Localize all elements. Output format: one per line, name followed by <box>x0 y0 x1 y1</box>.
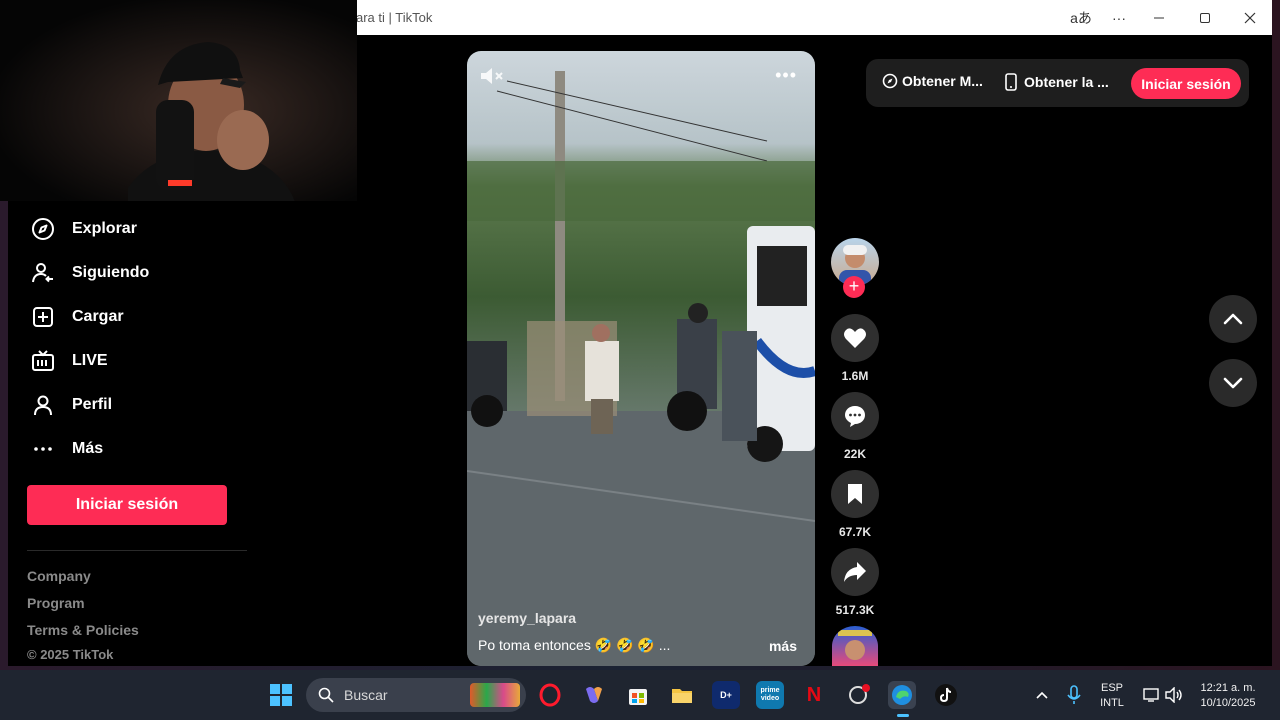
get-mobile-label: Obtener la ... <box>1024 74 1109 90</box>
share-icon <box>844 562 866 582</box>
sidebar-item-label: Perfil <box>72 396 113 413</box>
store-icon[interactable] <box>624 681 652 709</box>
opera-icon[interactable] <box>536 681 564 709</box>
save-button[interactable] <box>831 470 879 518</box>
tiktok-icon[interactable] <box>932 681 960 709</box>
taskbar: Buscar D+ prime video N ESP INTL 12:21 a <box>0 670 1280 720</box>
close-button[interactable] <box>1233 6 1267 30</box>
music-disc-icon[interactable] <box>832 626 878 666</box>
like-count: 1.6M <box>841 369 869 383</box>
chatgpt-icon[interactable] <box>844 681 872 709</box>
sidebar: Explorar Siguiendo Cargar LIVE Perfil Má… <box>8 201 268 666</box>
maximize-button[interactable] <box>1188 6 1222 30</box>
comment-count: 22K <box>843 447 866 461</box>
chevron-up-icon <box>1223 313 1243 325</box>
sidebar-item-live[interactable]: LIVE <box>30 346 108 376</box>
following-icon <box>30 260 56 286</box>
next-video-button[interactable] <box>1209 359 1257 407</box>
footer-terms-link[interactable]: Terms & Policies <box>27 622 139 638</box>
sidebar-item-cargar[interactable]: Cargar <box>30 302 124 332</box>
upload-icon <box>30 304 56 330</box>
like-button[interactable] <box>831 314 879 362</box>
clock[interactable]: 12:21 a. m. 10/10/2025 <box>1188 681 1268 711</box>
get-app-button[interactable]: Obtener M... <box>882 73 983 89</box>
comment-button[interactable] <box>831 392 879 440</box>
sidebar-login-button[interactable]: Iniciar sesión <box>27 485 227 525</box>
video-username[interactable]: yeremy_lapara <box>478 610 576 626</box>
footer-company-link[interactable]: Company <box>27 568 91 584</box>
volume-icon[interactable] <box>1160 681 1188 709</box>
active-app-indicator <box>897 714 909 717</box>
comment-icon <box>845 406 865 427</box>
microphone-icon[interactable] <box>1060 681 1088 709</box>
video-frame <box>467 71 815 666</box>
minimize-button[interactable] <box>1142 6 1176 30</box>
copilot-icon[interactable] <box>580 681 608 709</box>
get-mobile-button[interactable]: Obtener la ... <box>1004 73 1109 91</box>
clock-time: 12:21 a. m. <box>1200 682 1256 694</box>
caption-more-button[interactable]: más <box>769 638 797 654</box>
search-placeholder: Buscar <box>344 687 388 703</box>
top-login-button[interactable]: Iniciar sesión <box>1131 68 1241 99</box>
compass-icon <box>30 216 56 242</box>
more-options-button[interactable]: ··· <box>1102 6 1136 30</box>
heart-icon <box>844 328 866 348</box>
file-explorer-icon[interactable] <box>668 681 696 709</box>
footer-program-link[interactable]: Program <box>27 595 85 611</box>
bookmark-icon <box>848 484 862 504</box>
search-highlight-icon <box>470 683 520 707</box>
sidebar-item-label: Más <box>72 440 104 457</box>
sidebar-item-mas[interactable]: Más <box>30 434 103 464</box>
search-icon <box>318 687 334 703</box>
video-player[interactable]: ••• yeremy_lapara Po toma entonces 🤣 🤣 🤣… <box>467 51 815 666</box>
webcam-overlay <box>0 0 357 201</box>
netflix-icon[interactable]: N <box>800 681 828 709</box>
taskbar-search[interactable]: Buscar <box>306 678 526 712</box>
sidebar-item-label: Cargar <box>72 308 124 325</box>
chevron-up-tray-icon[interactable] <box>1028 681 1056 709</box>
compass-small-icon <box>882 73 898 89</box>
previous-video-button[interactable] <box>1209 295 1257 343</box>
follow-plus-icon[interactable]: + <box>843 276 865 298</box>
more-icon <box>30 436 56 462</box>
language-code: ESP <box>1100 682 1123 694</box>
person-icon <box>30 392 56 418</box>
sidebar-item-perfil[interactable]: Perfil <box>30 390 112 420</box>
sidebar-item-label: Explorar <box>72 220 137 237</box>
streamer-image <box>128 42 295 201</box>
sidebar-item-siguiendo[interactable]: Siguiendo <box>30 258 149 288</box>
prime-video-icon[interactable]: prime video <box>756 681 784 709</box>
keyboard-layout: INTL <box>1100 697 1124 709</box>
clock-date: 10/10/2025 <box>1200 697 1256 709</box>
chevron-down-icon <box>1223 377 1243 389</box>
windows-start-icon[interactable] <box>267 681 295 709</box>
window-title: ara ti | TikTok <box>356 10 433 25</box>
top-actions-bar: Obtener M... Obtener la ... Iniciar sesi… <box>866 59 1249 107</box>
phone-icon <box>1005 73 1017 91</box>
disney-plus-icon[interactable]: D+ <box>712 681 740 709</box>
get-app-label: Obtener M... <box>902 73 983 89</box>
share-button[interactable] <box>831 548 879 596</box>
mute-icon[interactable] <box>479 65 505 92</box>
edge-icon[interactable] <box>888 681 916 709</box>
sidebar-item-explorar[interactable]: Explorar <box>30 214 137 244</box>
sidebar-item-label: Siguiendo <box>72 264 150 281</box>
video-options-icon[interactable]: ••• <box>775 65 797 86</box>
sidebar-item-label: LIVE <box>72 352 108 369</box>
share-count: 517.3K <box>835 603 875 617</box>
footer-copyright: © 2025 TikTok <box>27 647 114 662</box>
translate-icon[interactable]: aあ <box>1064 6 1098 30</box>
sidebar-divider <box>27 550 247 551</box>
live-icon <box>30 348 56 374</box>
language-indicator[interactable]: ESP INTL <box>1094 681 1130 711</box>
save-count: 67.7K <box>838 525 872 539</box>
video-caption: Po toma entonces 🤣 🤣 🤣 ... <box>478 637 671 653</box>
